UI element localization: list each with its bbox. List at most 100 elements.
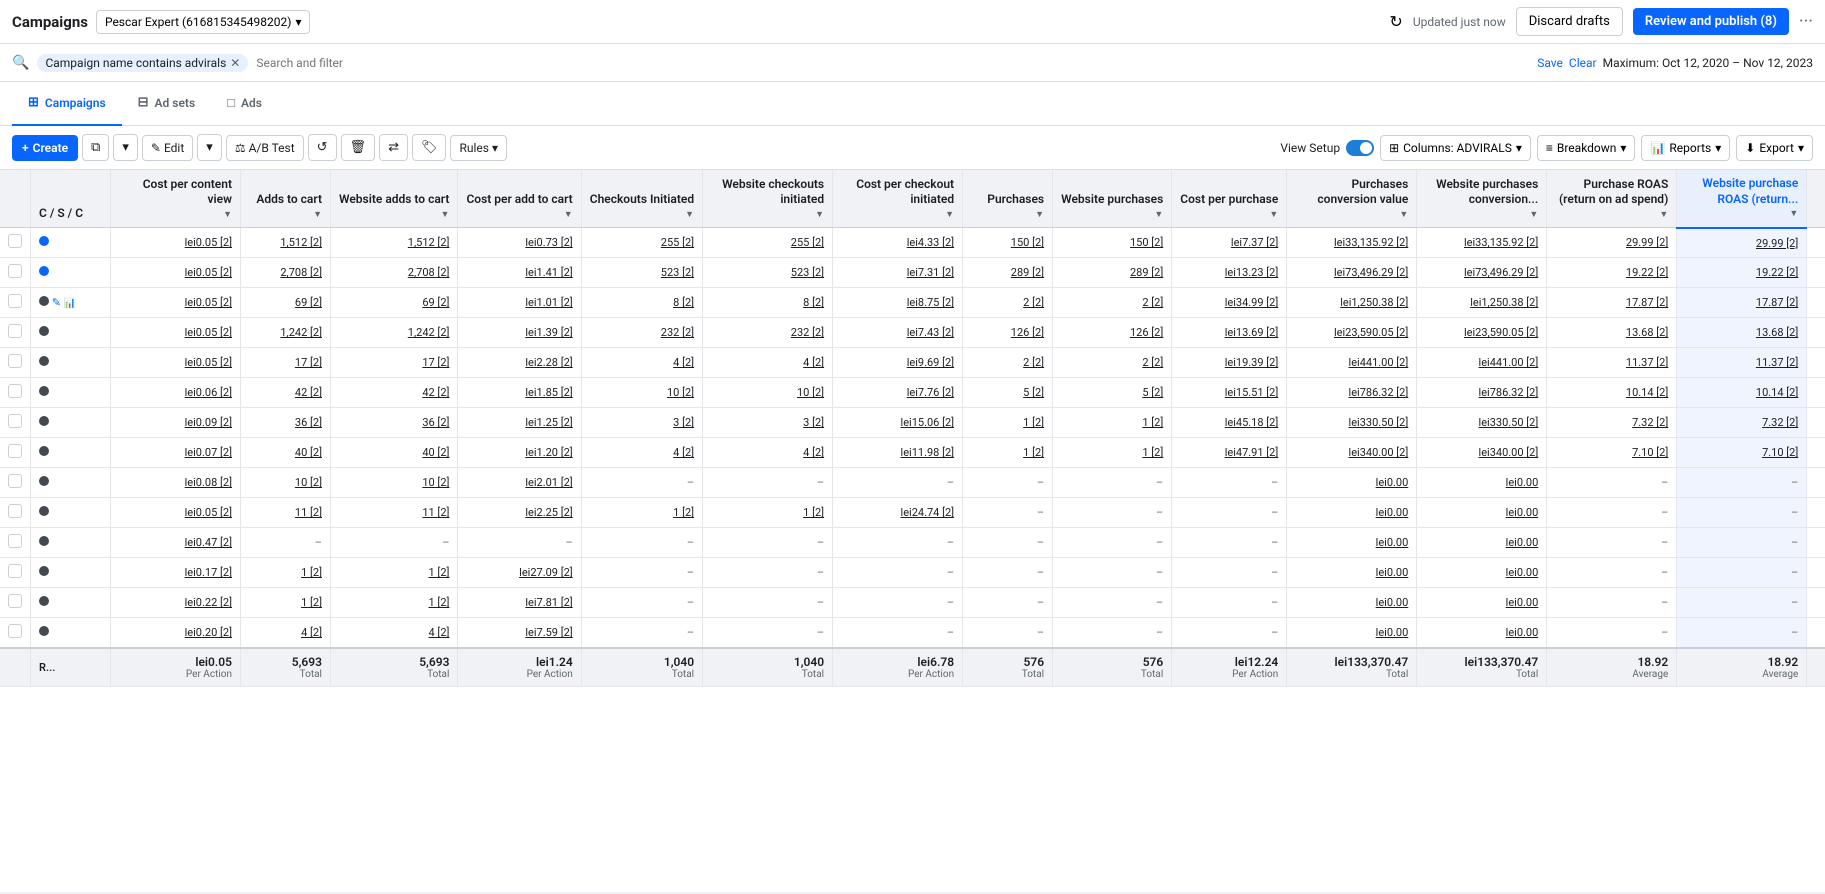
tab-campaigns[interactable]: ⊞ Campaigns [12,82,122,126]
th-cost-per-purchase[interactable]: Cost per purchase ▼ [1172,170,1287,228]
cell-purchases_conversion_value: lei23,590.05 [2] [1287,318,1417,348]
row-checkbox[interactable] [8,324,22,338]
th-purchases-conversion-value[interactable]: Purchases conversion value ▼ [1287,170,1417,228]
cell-website_purchases_conversion: lei73,496.29 [2] [1417,258,1547,288]
row-checkbox[interactable] [8,594,22,608]
top-bar-right: ↻ Updated just now Discard drafts Review… [1389,7,1813,36]
row-checkbox[interactable] [8,294,22,308]
table-row: lei0.05 [2]11 [2]11 [2]lei2.25 [2]1 [2]1… [0,498,1825,528]
th-checkouts-initiated[interactable]: Checkouts Initiated ▼ [581,170,702,228]
row-checkbox[interactable] [8,534,22,548]
cell-cost_checkout_initiated: lei24.74 [2] [833,498,963,528]
ab-test-button[interactable]: ⚖ A/B Test [226,135,304,161]
table-row: lei0.06 [2]42 [2]42 [2]lei1.85 [2]10 [2]… [0,378,1825,408]
sort-icon: ▼ [313,210,322,222]
export-button[interactable]: ⬇ Export ▾ [1736,135,1813,161]
edit-row-icon[interactable]: ✎ [52,296,61,309]
account-selector[interactable]: Pescar Expert (616815345498202) ▾ [96,10,311,34]
cell-website_purchases: 126 [2] [1053,318,1172,348]
th-purchases[interactable]: Purchases ▼ [963,170,1053,228]
duplicate-button[interactable]: ⧉ [82,134,109,161]
duplicate-arrow-button[interactable]: ▾ [113,134,138,161]
export-label: Export [1759,141,1794,155]
view-setup-toggle[interactable] [1346,140,1374,156]
row-status [31,438,111,468]
cell-purchase_roas: – [1547,558,1677,588]
cell-website_purchases_conversion: lei441.00 [2] [1417,348,1547,378]
cell-website_purchase_roas: – [1677,618,1807,649]
cell-website_checkouts_initiated: – [703,468,833,498]
sort-icon: ▼ [441,210,450,222]
footer-cell: lei0.05Per Action [111,648,241,687]
edit-button[interactable]: ✎ Edit [142,135,193,161]
cell-purchases_conversion_value: lei0.00 [1287,618,1417,649]
status-dot [39,596,49,606]
cell-adds_to_cart: 4 [2] [241,618,331,649]
export-chevron-icon: ▾ [1798,141,1804,155]
row-checkbox[interactable] [8,624,22,638]
tag-button[interactable]: 🏷 [412,134,447,161]
row-checkbox[interactable] [8,234,22,248]
th-website-purchases[interactable]: Website purchases ▼ [1053,170,1172,228]
row-checkbox[interactable] [8,474,22,488]
row-checkbox[interactable] [8,504,22,518]
clear-filter-button[interactable]: Clear [1569,56,1597,70]
th-cost-checkout-initiated[interactable]: Cost per checkout initiated ▼ [833,170,963,228]
cell-website_purchase_roas: 17.87 [2] [1677,288,1807,318]
discard-drafts-button[interactable]: Discard drafts [1516,7,1623,36]
create-button[interactable]: + Create [12,135,78,161]
search-input[interactable] [256,56,412,70]
chart-icon[interactable]: 📊 [64,298,76,309]
cell-cost_add_to_cart: lei2.25 [2] [458,498,581,528]
reports-icon: 📊 [1650,141,1665,155]
sort-icon: ▼ [685,210,694,222]
refresh-icon[interactable]: ↻ [1389,12,1402,31]
cell-website_purchases: 289 [2] [1053,258,1172,288]
cell-purchases_conversion_value: lei0.00 [1287,468,1417,498]
row-checkbox[interactable] [8,414,22,428]
cell-checkouts_initiated: – [581,528,702,558]
cell-cost_per_purchase: lei7.37 [2] [1172,228,1287,258]
cell-purchases_conversion_value: lei0.00 [1287,528,1417,558]
rules-button[interactable]: Rules ▾ [450,135,506,161]
cell-cost_content_view: lei0.08 [2] [111,468,241,498]
save-filter-button[interactable]: Save [1537,56,1563,70]
data-table-container: C / S / C Cost per content view ▼ Adds t… [0,170,1825,892]
more-options-icon[interactable]: ··· [1799,11,1813,32]
delete-button[interactable]: 🗑 [341,134,376,161]
row-checkbox[interactable] [8,354,22,368]
reports-button[interactable]: 📊 Reports ▾ [1641,135,1730,161]
undo-button[interactable]: ↺ [308,134,337,161]
columns-button[interactable]: ⊞ Columns: ADVIRALS ▾ [1380,135,1531,161]
tab-ads[interactable]: □ Ads [211,82,278,126]
edit-dropdown-button[interactable]: ▾ [197,134,222,161]
row-status [31,378,111,408]
th-website-purchases-conversion[interactable]: Website purchases conversion... ▼ [1417,170,1547,228]
row-checkbox[interactable] [8,444,22,458]
tab-adsets[interactable]: ⊟ Ad sets [122,82,211,126]
cell-cost_add_to_cart: lei7.81 [2] [458,588,581,618]
row-checkbox[interactable] [8,384,22,398]
th-website-purchase-roas[interactable]: Website purchase ROAS (return... ▼ [1677,170,1807,228]
row-checkbox[interactable] [8,264,22,278]
cell-purchase_roas: – [1547,528,1677,558]
filter-tag: Campaign name contains advirals ✕ [37,54,248,72]
move-button[interactable]: ⇄ [379,134,408,161]
cell-purchase_roas: – [1547,618,1677,649]
cell-purchase_roas: – [1547,468,1677,498]
review-publish-button[interactable]: Review and publish (8) [1633,8,1789,35]
cell-cost_add_to_cart: lei0.73 [2] [458,228,581,258]
th-cost-add-to-cart[interactable]: Cost per add to cart ▼ [458,170,581,228]
th-adds-to-cart[interactable]: Adds to cart ▼ [241,170,331,228]
breakdown-button[interactable]: ≡ Breakdown ▾ [1537,135,1636,161]
cell-cost_add_to_cart: lei1.20 [2] [458,438,581,468]
cell-website_checkouts_initiated: 1 [2] [703,498,833,528]
th-purchase-roas[interactable]: Purchase ROAS (return on ad spend) ▼ [1547,170,1677,228]
th-cost-content-view[interactable]: Cost per content view ▼ [111,170,241,228]
th-website-adds-to-cart[interactable]: Website adds to cart ▼ [331,170,458,228]
th-website-checkouts-initiated[interactable]: Website checkouts initiated ▼ [703,170,833,228]
table-row: lei0.05 [2]2,708 [2]2,708 [2]lei1.41 [2]… [0,258,1825,288]
table-row: lei0.09 [2]36 [2]36 [2]lei1.25 [2]3 [2]3… [0,408,1825,438]
row-checkbox[interactable] [8,564,22,578]
filter-close-icon[interactable]: ✕ [230,56,240,70]
